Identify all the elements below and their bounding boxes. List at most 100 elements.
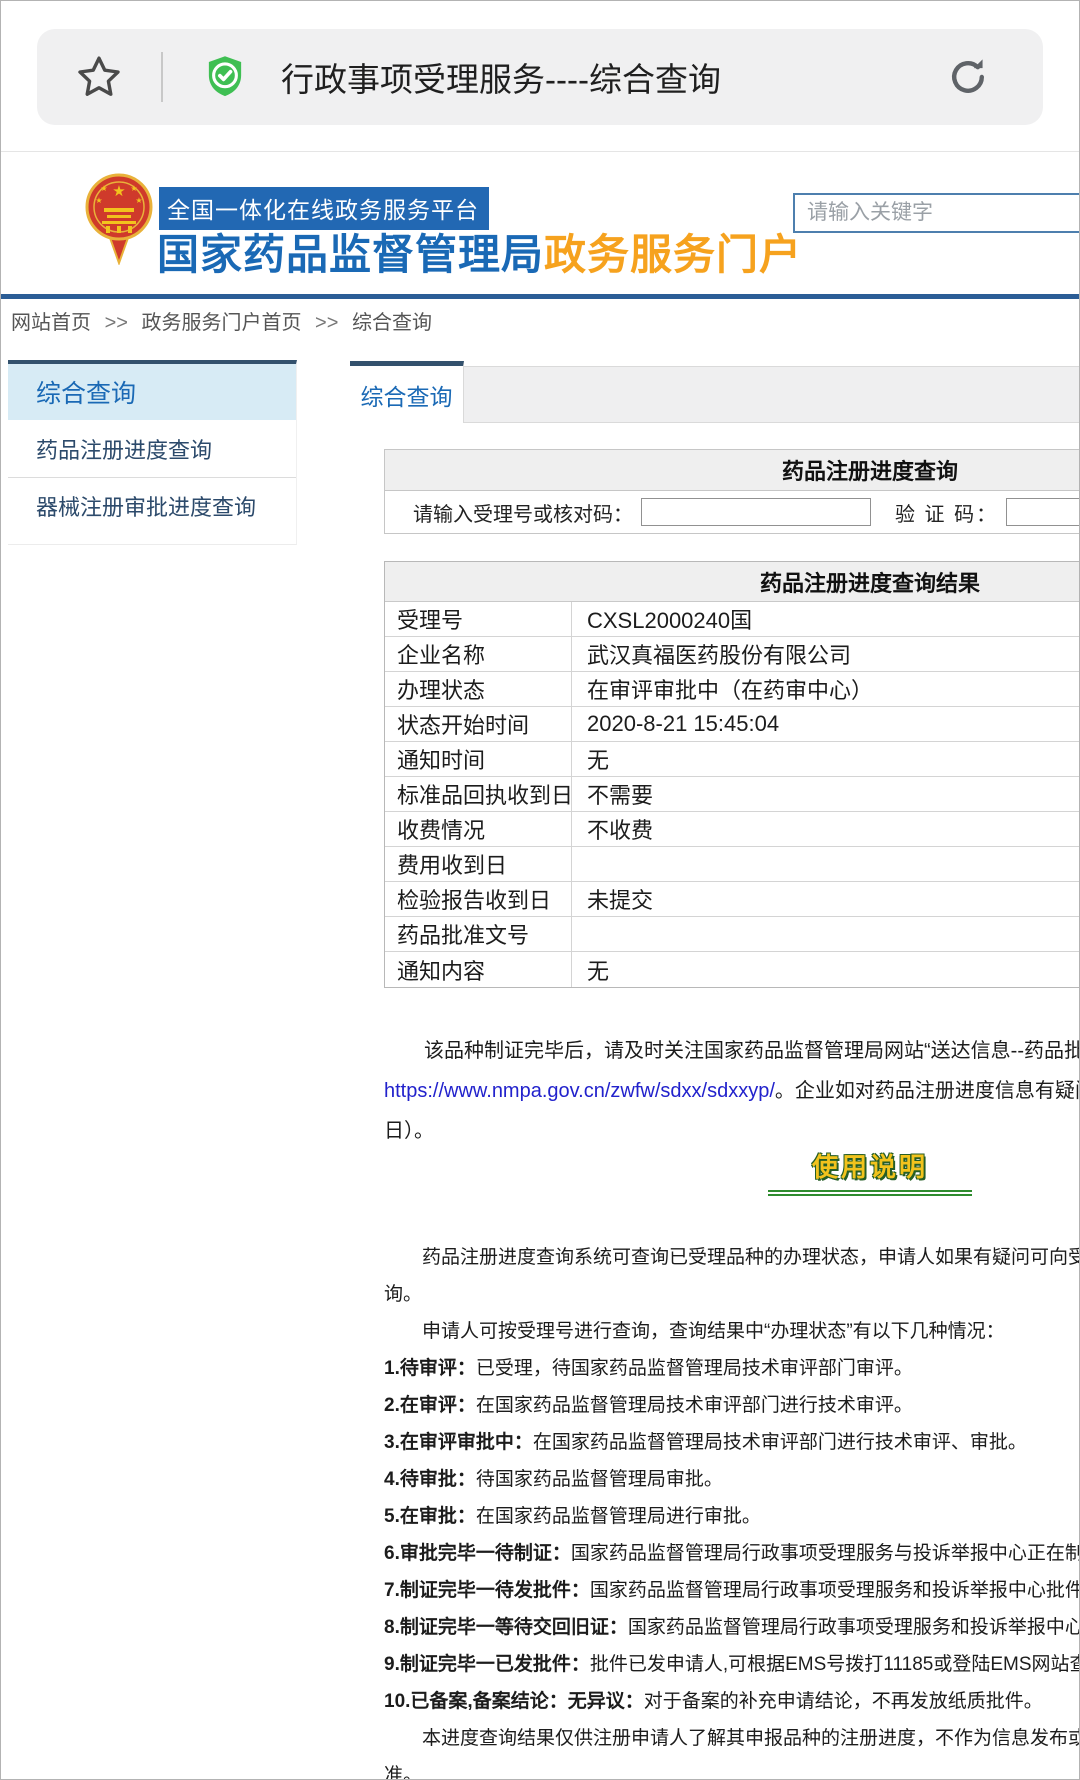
notice-line-2: https://www.nmpa.gov.cn/zwfw/sdxx/sdxxyp… <box>384 1071 1080 1111</box>
usage-line-text: 批件已发申请人,可根据EMS号拨打11185或登陆EMS网站查 <box>590 1654 1080 1675</box>
sidebar-item[interactable]: 药品注册进度查询 <box>8 420 296 477</box>
notice-line-1: 该品种制证完毕后，请及时关注国家药品监督管理局网站“送达信息--药品批件发布”，… <box>384 1031 1080 1071</box>
usage-line-term: 2.在审评： <box>384 1395 476 1416</box>
table-row: 标准品回执收到日 不需要 <box>385 777 1080 812</box>
usage-line: 本进度查询结果仅供注册申请人了解其申报品种的注册进度，不作为信息发布或任何 <box>384 1720 1080 1757</box>
row-value: 不需要 <box>572 777 1080 811</box>
usage-line: 8.制证完毕一等待交回旧证：国家药品监督管理局行政事项受理服务和投诉举报中心 <box>384 1609 1080 1646</box>
usage-line: 3.在审评审批中：在国家药品监督管理局技术审评部门进行技术审评、审批。 <box>384 1424 1080 1461</box>
row-value <box>572 847 1080 881</box>
breadcrumb-portal-link[interactable]: 政务服务门户首页 <box>141 312 301 334</box>
usage-line-term: 3.在审评审批中： <box>384 1432 533 1453</box>
header-rule <box>1 294 1079 299</box>
table-row: 通知内容 无 <box>385 952 1080 987</box>
usage-line: 2.在审评：在国家药品监督管理局技术审评部门进行技术审评。 <box>384 1387 1080 1424</box>
table-row: 药品批准文号 <box>385 917 1080 952</box>
usage-line: 准。 <box>384 1757 1080 1780</box>
table-row: 通知时间 无 <box>385 742 1080 777</box>
site-name: 国家药品监督管理局 <box>157 231 544 278</box>
usage-header: 使用说明 <box>384 1147 1080 1196</box>
breadcrumb-home-link[interactable]: 网站首页 <box>11 312 91 334</box>
page-title: 行政事项受理服务----综合查询 <box>281 53 721 101</box>
sidebar-item[interactable]: 器械注册审批进度查询 <box>8 477 296 534</box>
row-label: 状态开始时间 <box>385 707 572 741</box>
usage-line: 药品注册进度查询系统可查询已受理品种的办理状态，申请人如果有疑问可向受理申 <box>384 1239 1080 1276</box>
portal-name: 政务服务门户 <box>544 231 802 278</box>
usage-line-term: 8.制证完毕一等待交回旧证： <box>384 1617 628 1638</box>
usage-line-term: 1.待审评： <box>384 1358 476 1379</box>
notice-paragraph: 该品种制证完毕后，请及时关注国家药品监督管理局网站“送达信息--药品批件发布”，… <box>384 1031 1080 1151</box>
tab-strip <box>463 366 1080 423</box>
usage-line-text: 待国家药品监督管理局审批。 <box>476 1469 723 1490</box>
row-value: 武汉真福医药股份有限公司 <box>572 637 1080 671</box>
usage-line-term: 6.审批完毕一待制证： <box>384 1543 571 1564</box>
row-label: 标准品回执收到日 <box>385 777 572 811</box>
usage-line: 5.在审批：在国家药品监督管理局进行审批。 <box>384 1498 1080 1535</box>
breadcrumb-current: 综合查询 <box>352 312 432 334</box>
row-value: 无 <box>572 952 1080 987</box>
site-title: 国家药品监督管理局政务服务门户 <box>157 221 802 282</box>
row-value: 2020-8-21 15:45:04 <box>572 707 1080 741</box>
table-row: 办理状态 在审评审批中（在药审中心） <box>385 672 1080 707</box>
row-value: 无 <box>572 742 1080 776</box>
acceptance-number-input[interactable] <box>641 498 871 526</box>
row-value: 不收费 <box>572 812 1080 846</box>
usage-line-text: 申请人可按受理号进行查询，查询结果中“办理状态”有以下几种情况： <box>384 1321 1005 1342</box>
svg-text:★: ★ <box>95 196 102 205</box>
usage-line-text: 已受理，待国家药品监督管理局技术审评部门审评。 <box>476 1358 913 1379</box>
captcha-label: 验 证 码： <box>895 498 998 527</box>
refresh-icon[interactable] <box>945 54 991 100</box>
table-row: 检验报告收到日 未提交 <box>385 882 1080 917</box>
usage-line: 9.制证完毕一已发批件：批件已发申请人,可根据EMS号拨打11185或登陆EMS… <box>384 1646 1080 1683</box>
svg-text:★: ★ <box>130 184 137 193</box>
table-row: 费用收到日 <box>385 847 1080 882</box>
usage-line: 10.已备案,备案结论：无异议：对于备案的补充申请结论，不再发放纸质批件。 <box>384 1683 1080 1720</box>
usage-line: 6.审批完毕一待制证：国家药品监督管理局行政事项受理服务与投诉举报中心正在制 <box>384 1535 1080 1572</box>
row-value <box>572 917 1080 951</box>
usage-line: 1.待审评：已受理，待国家药品监督管理局技术审评部门审评。 <box>384 1350 1080 1387</box>
usage-line-text: 国家药品监督管理局行政事项受理服务和投诉举报中心批件制 <box>590 1580 1080 1601</box>
row-label: 通知内容 <box>385 952 572 987</box>
row-label: 费用收到日 <box>385 847 572 881</box>
usage-line: 4.待审批：待国家药品监督管理局审批。 <box>384 1461 1080 1498</box>
usage-line-text: 询。 <box>384 1284 422 1305</box>
result-table: 药品注册进度查询结果 受理号 CXSL2000240国 企业名称 武汉真福医药股… <box>384 561 1080 988</box>
usage-line: 申请人可按受理号进行查询，查询结果中“办理状态”有以下几种情况： <box>384 1313 1080 1350</box>
nmpa-link[interactable]: https://www.nmpa.gov.cn/zwfw/sdxx/sdxxyp… <box>384 1080 775 1102</box>
row-label: 企业名称 <box>385 637 572 671</box>
result-table-title: 药品注册进度查询结果 <box>385 562 1080 602</box>
address-bar[interactable]: 行政事项受理服务----综合查询 <box>37 29 1043 125</box>
sidebar-title: 综合查询 <box>8 364 296 420</box>
bookmark-star-icon[interactable] <box>75 53 123 101</box>
china-national-emblem-icon: ★ ★ ★ ★ ★ <box>85 167 153 265</box>
breadcrumb-separator: >> <box>105 312 128 334</box>
usage-line-text: 国家药品监督管理局行政事项受理服务和投诉举报中心 <box>628 1617 1080 1638</box>
usage-line-term: 7.制证完毕一待发批件： <box>384 1580 590 1601</box>
row-label: 收费情况 <box>385 812 572 846</box>
table-row: 受理号 CXSL2000240国 <box>385 602 1080 637</box>
usage-line-text: 在国家药品监督管理局技术审评部门进行技术审评。 <box>476 1395 913 1416</box>
usage-line-text: 药品注册进度查询系统可查询已受理品种的办理状态，申请人如果有疑问可向受理申 <box>384 1247 1080 1268</box>
svg-text:★: ★ <box>112 183 125 200</box>
notice-line-3: 日）。 <box>384 1111 1080 1151</box>
usage-line-text: 国家药品监督管理局行政事项受理服务与投诉举报中心正在制 <box>571 1543 1080 1564</box>
row-label: 办理状态 <box>385 672 572 706</box>
row-value: CXSL2000240国 <box>572 602 1080 636</box>
sidebar: 综合查询 药品注册进度查询 器械注册审批进度查询 <box>8 360 297 545</box>
svg-text:★: ★ <box>100 184 107 193</box>
usage-line-term: 9.制证完毕一已发批件： <box>384 1654 590 1675</box>
usage-line-text: 在国家药品监督管理局技术审评部门进行技术审评、审批。 <box>533 1432 1027 1453</box>
tab-integrated-query[interactable]: 综合查询 <box>350 361 464 423</box>
security-shield-icon[interactable] <box>203 54 247 100</box>
browser-window: 行政事项受理服务----综合查询 ★ ★ ★ ★ ★ 全国一体化在线政务服务平台… <box>0 0 1080 1780</box>
captcha-input[interactable] <box>1006 498 1080 526</box>
row-value: 未提交 <box>572 882 1080 916</box>
acceptance-number-label: 请输入受理号或核对码： <box>413 498 633 527</box>
usage-line: 7.制证完毕一待发批件：国家药品监督管理局行政事项受理服务和投诉举报中心批件制 <box>384 1572 1080 1609</box>
breadcrumb: 网站首页 >> 政务服务门户首页 >> 综合查询 <box>11 306 432 335</box>
table-row: 状态开始时间 2020-8-21 15:45:04 <box>385 707 1080 742</box>
table-row: 收费情况 不收费 <box>385 812 1080 847</box>
search-input[interactable] <box>793 193 1080 233</box>
row-label: 药品批准文号 <box>385 917 572 951</box>
usage-line-term: 10.已备案,备案结论：无异议： <box>384 1691 644 1712</box>
